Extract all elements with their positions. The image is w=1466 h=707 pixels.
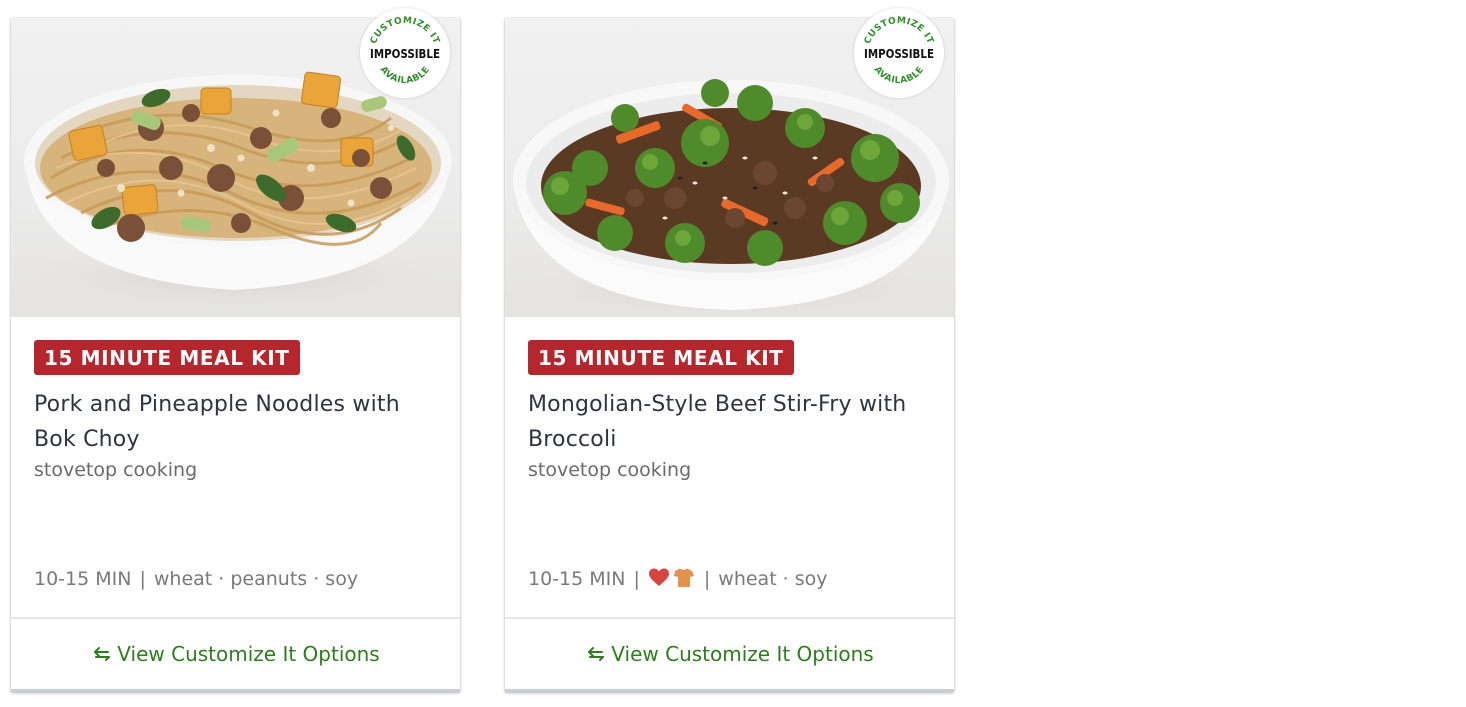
svg-text:CUSTOMIZE IT: CUSTOMIZE IT	[369, 16, 441, 46]
meal-title[interactable]: Mongolian-Style Beef Stir-Fry with Brocc…	[528, 387, 934, 457]
swap-arrows-icon	[585, 643, 607, 665]
badge-top-text: CUSTOMIZE IT	[369, 16, 441, 46]
meal-kit-grid: CUSTOMIZE IT IMPOSSIBLE AVAILABLE 15 MIN…	[0, 0, 1466, 707]
heart-healthy-icon	[648, 568, 669, 586]
svg-text:AVAILABLE: AVAILABLE	[378, 65, 432, 86]
badge-top-text: CUSTOMIZE IT	[863, 16, 935, 46]
badge-brand-text: IMPOSSIBLE	[370, 46, 440, 61]
meal-card[interactable]: CUSTOMIZE IT IMPOSSIBLE AVAILABLE 15 MIN…	[505, 8, 954, 692]
calorie-conscious-icon	[673, 568, 694, 587]
meal-card[interactable]: CUSTOMIZE IT IMPOSSIBLE AVAILABLE 15 MIN…	[11, 8, 460, 692]
view-customize-options-label: View Customize It Options	[611, 642, 874, 666]
meal-subtitle: stovetop cooking	[34, 459, 198, 481]
badge-bottom-text: AVAILABLE	[378, 65, 432, 86]
allergens: wheat · soy	[718, 568, 828, 590]
card-content: 15 MINUTE MEAL KIT Mongolian-Style Beef …	[528, 340, 934, 483]
impossible-customize-badge: CUSTOMIZE IT IMPOSSIBLE AVAILABLE	[854, 8, 944, 98]
svg-text:CUSTOMIZE IT: CUSTOMIZE IT	[863, 16, 935, 46]
meal-kit-tag: 15 MINUTE MEAL KIT	[528, 340, 794, 375]
meal-subtitle: stovetop cooking	[528, 459, 692, 481]
svg-text:AVAILABLE: AVAILABLE	[872, 65, 926, 86]
badge-bottom-text: AVAILABLE	[872, 65, 926, 86]
view-customize-options-button[interactable]: View Customize It Options	[505, 619, 954, 692]
diet-icons	[648, 567, 696, 598]
meta-separator: |	[633, 568, 640, 590]
meta-separator: |	[703, 568, 711, 590]
view-customize-options-label: View Customize It Options	[117, 642, 380, 666]
badge-brand-text: IMPOSSIBLE	[864, 46, 934, 61]
view-customize-options-button[interactable]: View Customize It Options	[11, 619, 460, 692]
card-content: 15 MINUTE MEAL KIT Pork and Pineapple No…	[34, 340, 440, 483]
meal-meta: 10-15 MIN | wheat · peanuts · soy	[34, 564, 358, 594]
meal-title[interactable]: Pork and Pineapple Noodles with Bok Choy	[34, 387, 440, 457]
cook-time: 10-15 MIN	[528, 568, 626, 590]
cook-time: 10-15 MIN	[34, 568, 132, 590]
swap-arrows-icon	[91, 643, 113, 665]
impossible-customize-badge: CUSTOMIZE IT IMPOSSIBLE AVAILABLE	[360, 8, 450, 98]
meal-meta: 10-15 MIN | | wheat · soy	[528, 564, 828, 598]
meta-separator: |	[139, 568, 146, 590]
meal-kit-tag: 15 MINUTE MEAL KIT	[34, 340, 300, 375]
allergens: wheat · peanuts · soy	[153, 568, 359, 590]
